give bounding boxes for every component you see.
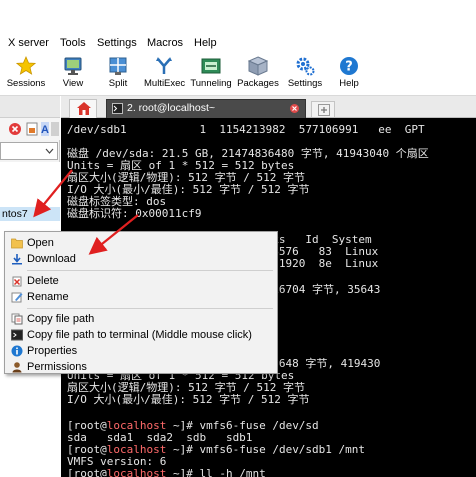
menu-item-rename-label: Rename: [27, 291, 69, 303]
terminal-line: 磁盘标识符: 0x00011cf9: [67, 207, 202, 220]
menu-item-open-label: Open: [27, 237, 54, 249]
terminal-line: /dev/sdb1 1 1154213982 577106991 ee GPT: [67, 123, 425, 136]
star-icon: [16, 56, 36, 75]
terminal-tab-icon: [112, 103, 123, 114]
terminal-line: I/O 大小(最小/最佳): 512 字节 / 512 字节: [67, 393, 310, 406]
menu-bar: X server Tools Settings Macros Help: [0, 34, 476, 54]
tab-session[interactable]: 2. root@localhost~: [106, 99, 306, 118]
multiexec-label: MultiExec: [144, 78, 186, 89]
path-dropdown[interactable]: [0, 142, 58, 160]
permissions-icon: [12, 362, 22, 373]
help-icon: ?: [340, 57, 358, 75]
home-icon: [77, 102, 91, 115]
file-icon[interactable]: [26, 122, 39, 136]
close-tab-icon[interactable]: [290, 104, 299, 113]
session-tab-label: 2. root@localhost~: [127, 102, 215, 114]
tunneling-label: Tunneling: [190, 78, 232, 89]
fork-icon: [156, 57, 172, 74]
menu-item-copy-path-to-terminal[interactable]: Copy file path to terminal (Middle mouse…: [5, 327, 277, 343]
split-label: Split: [108, 78, 128, 89]
download-icon: [12, 254, 22, 265]
svg-text:A: A: [41, 124, 49, 136]
monitor-icon: [64, 57, 82, 75]
packages-icon: [248, 56, 268, 76]
packages-button[interactable]: Packages: [237, 54, 279, 96]
rename-icon: [11, 292, 23, 303]
terminal-icon: [11, 329, 23, 341]
tab-home[interactable]: [69, 99, 97, 118]
menu-separator: [27, 270, 273, 271]
tab-strip: 2. root@localhost~: [61, 96, 476, 118]
view-button[interactable]: View: [58, 54, 88, 96]
menu-item-copy-file-path[interactable]: Copy file path: [5, 311, 277, 327]
delete-icon: [12, 276, 22, 287]
help-button[interactable]: ? Help: [334, 54, 364, 96]
folder-icon: [11, 238, 23, 249]
multiexec-button[interactable]: MultiExec: [144, 54, 186, 96]
menu-help[interactable]: Help: [194, 37, 217, 49]
menu-item-permissions-label: Permissions: [27, 361, 87, 373]
sessions-label: Sessions: [6, 78, 46, 89]
menu-item-delete[interactable]: Delete: [5, 273, 277, 289]
tunnel-icon: [201, 58, 221, 74]
menu-item-copy-file-path-label: Copy file path: [27, 313, 95, 325]
close-icon[interactable]: [8, 122, 22, 136]
menu-settings[interactable]: Settings: [97, 37, 137, 49]
svg-text:?: ?: [345, 60, 353, 75]
context-menu: Open Download Delete Rename Copy file pa…: [4, 231, 278, 374]
menu-item-properties-label: Properties: [27, 345, 78, 357]
menu-item-download-label: Download: [27, 253, 76, 265]
prompt-hostname: localhost: [106, 467, 167, 477]
new-tab-button[interactable]: [311, 101, 335, 117]
packages-label: Packages: [237, 78, 279, 89]
info-icon: [11, 345, 23, 357]
settings-label: Settings: [287, 78, 323, 89]
help-label: Help: [339, 78, 359, 89]
menu-item-download[interactable]: Download: [5, 251, 277, 267]
sessions-button[interactable]: Sessions: [6, 54, 46, 96]
split-icon: [109, 57, 127, 75]
menu-item-copy-path-to-terminal-label: Copy file path to terminal (Middle mouse…: [27, 329, 252, 341]
title-bar: [0, 0, 476, 34]
text-a-icon[interactable]: A: [41, 122, 49, 136]
gear-icon: [296, 57, 315, 76]
menu-separator: [27, 308, 273, 309]
menu-item-permissions[interactable]: Permissions: [5, 359, 277, 375]
terminal-prompt-line: [root@localhost ~]# ll -h /mnt: [67, 468, 266, 477]
menu-tools[interactable]: Tools: [60, 37, 86, 49]
split-button[interactable]: Split: [103, 54, 133, 96]
side-panel-header: [0, 96, 60, 118]
plus-icon: [318, 104, 330, 116]
menu-x-server[interactable]: X server: [8, 37, 49, 49]
menu-item-open[interactable]: Open: [5, 235, 277, 251]
menu-item-delete-label: Delete: [27, 275, 59, 287]
scrollbar-arrow-icon[interactable]: [51, 122, 59, 136]
chevron-down-icon: [45, 148, 54, 154]
view-label: View: [62, 78, 84, 89]
toolbar: Sessions View Split MultiExec Tunneling …: [0, 54, 476, 96]
menu-macros[interactable]: Macros: [147, 37, 183, 49]
side-panel-toolbar: A: [0, 118, 60, 140]
selected-file-item[interactable]: ntos7: [0, 207, 60, 221]
settings-button[interactable]: Settings: [285, 54, 325, 96]
menu-item-rename[interactable]: Rename: [5, 289, 277, 305]
tunneling-button[interactable]: Tunneling: [190, 54, 232, 96]
menu-item-properties[interactable]: Properties: [5, 343, 277, 359]
copy-path-icon: [11, 313, 23, 325]
